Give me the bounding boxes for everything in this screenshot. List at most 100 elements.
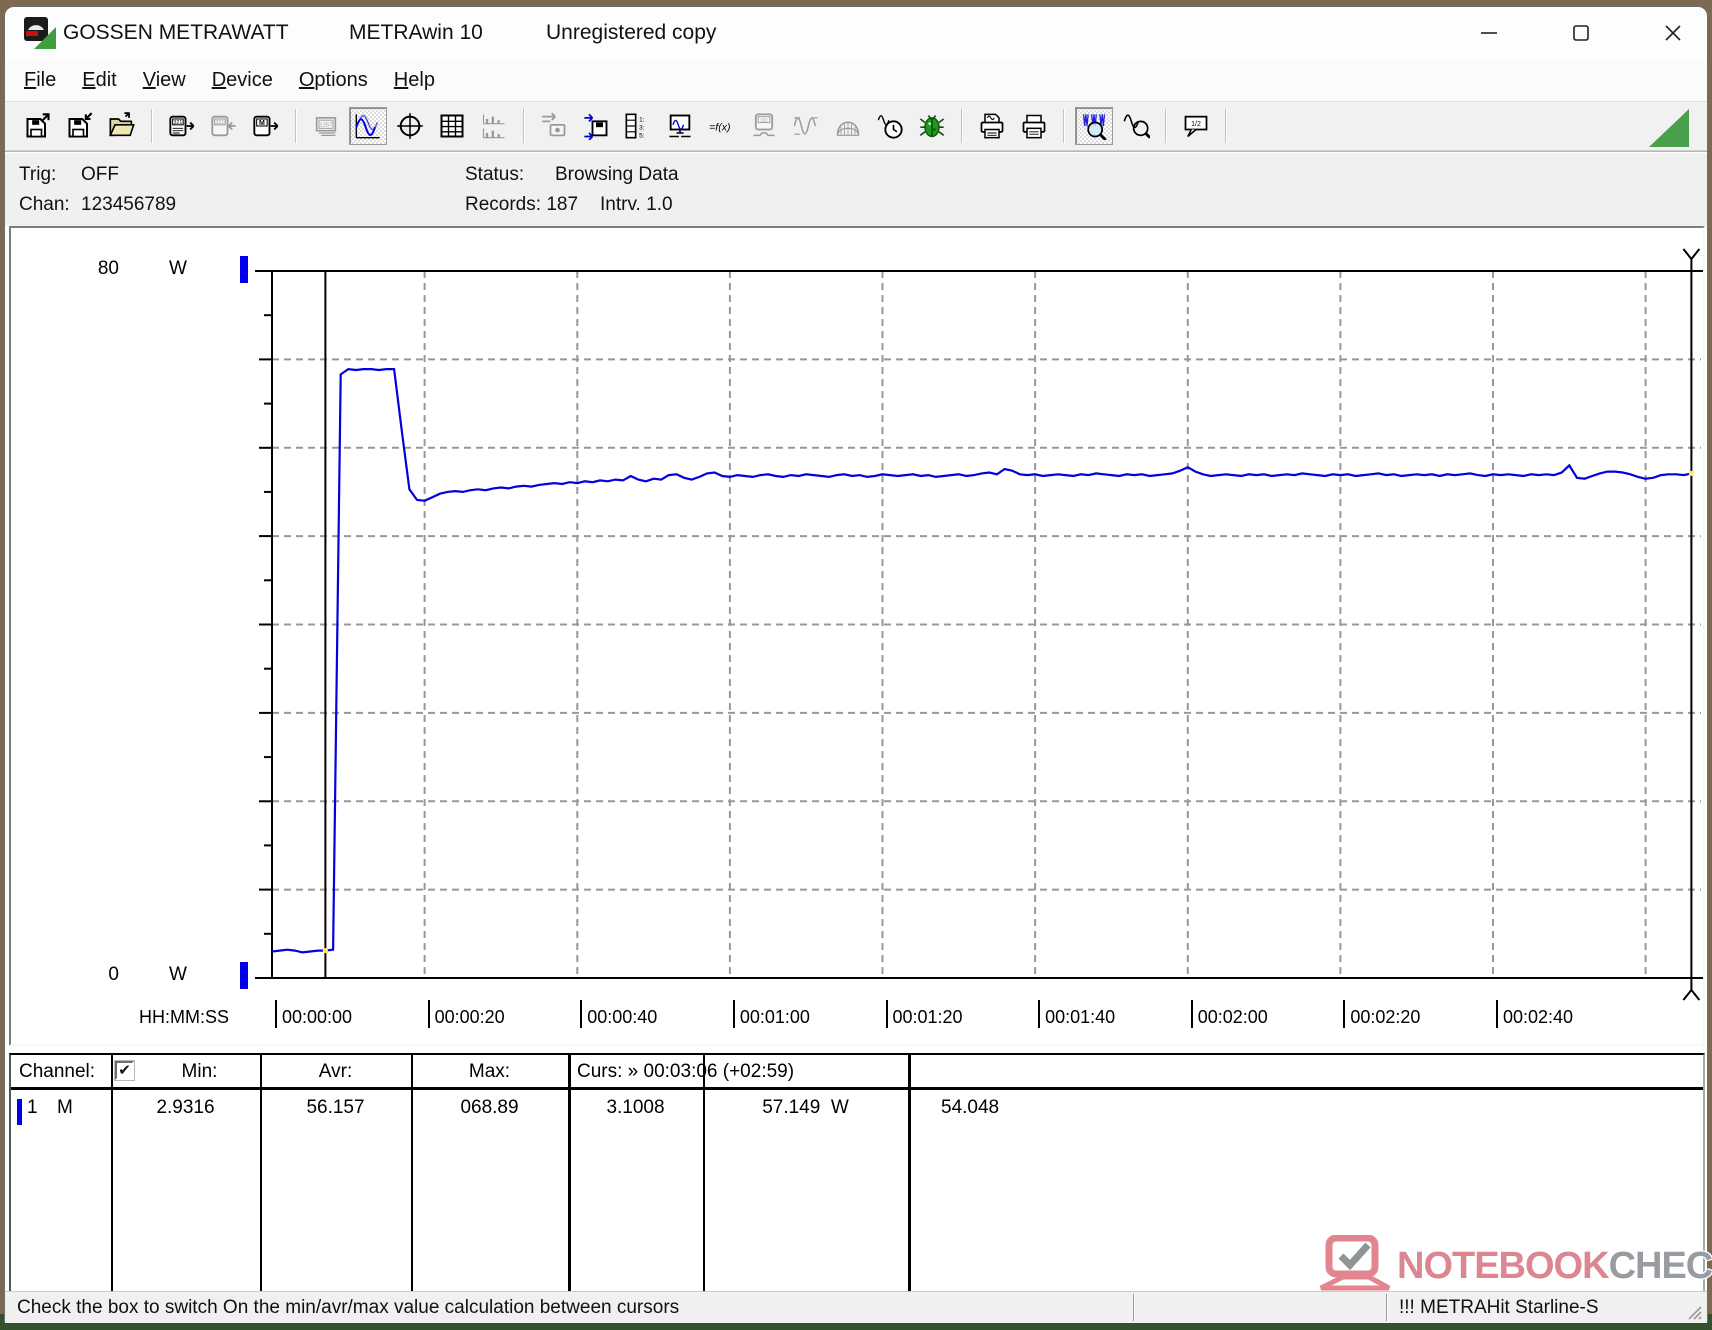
toolbar-button-zoom-time[interactable] [1075,107,1113,145]
statusbar-divider [1133,1294,1135,1321]
channel-1-color-bar [17,1099,22,1125]
toolbar-button-numeric-display: 1257 [307,107,345,145]
cursor2-number: 57.149 [762,1097,821,1118]
chan-value: 123456789 [81,194,177,215]
toolbar-button-print[interactable] [1015,107,1053,145]
svg-text:5:: 5: [639,133,645,140]
svg-text:321: 321 [760,118,768,123]
toolbar-button-monitor-settings[interactable] [661,107,699,145]
toolbar: 321 321 M 1257 1: 3: 5: =f(x) 321 1/2 [5,101,1707,151]
menu-help[interactable]: Help [381,65,448,96]
toolbar-button-send-device: 321 [205,107,243,145]
toolbar-button-analog-view[interactable] [391,107,429,145]
cell-avr: 56.157 [306,1097,365,1118]
cell-extra-value: 54.048 [941,1097,1000,1118]
watermark-check: CHECK [1608,1244,1712,1287]
x-tick-mark [1038,1000,1041,1028]
x-tick-label-00:00:40: 00:00:40 [580,1000,657,1028]
menu-options[interactable]: Options [286,65,381,96]
cell-max: 068.89 [460,1097,519,1118]
status-value: Browsing Data [555,164,679,185]
toolbar-green-triangle [1649,109,1689,147]
desktop: GOSSEN METRAWATT METRAwin 10 Unregistere… [0,0,1712,1330]
menu-device[interactable]: Device [199,65,286,96]
header-min: Min: [181,1061,218,1082]
device-name: !!! METRAHit Starline-S [1399,1297,1599,1318]
header-cursors: Curs: » 00:03:06 (+02:59) [577,1061,795,1082]
maximize-button[interactable] [1564,18,1598,48]
toolbar-separator [1225,109,1227,143]
toolbar-button-zoom-reset[interactable] [1117,107,1155,145]
table-divider [703,1055,705,1291]
x-tick-label-00:01:40: 00:01:40 [1038,1000,1115,1028]
table-divider [260,1055,262,1291]
header-avr: Avr: [318,1061,353,1082]
table-divider [411,1055,413,1291]
cell-cursor1-value: 3.1008 [606,1097,665,1118]
toolbar-button-chart-view[interactable] [349,107,387,145]
svg-text:321: 321 [174,120,183,126]
toolbar-button-debug-bug[interactable] [913,107,951,145]
statusbar-divider [1386,1294,1388,1321]
x-tick-label-00:02:00: 00:02:00 [1190,1000,1268,1028]
table-header-rule [11,1087,1703,1090]
records-label: Records: [465,194,542,215]
toolbar-button-envelope [829,107,867,145]
x-tick-mark [732,1000,735,1028]
toolbar-button-histogram-view [475,107,513,145]
app-logo-icon [23,16,57,50]
minimize-button[interactable] [1472,18,1506,48]
x-tick-label-00:00:20: 00:00:20 [427,1000,505,1028]
chart-panel: 80 W 0 W HH:MM:SS 00:00:00 00:00:20 00:00:… [9,226,1705,1046]
toolbar-button-save-selection[interactable] [577,107,615,145]
header-channel: Channel: [19,1061,96,1082]
menu-view[interactable]: View [130,65,199,96]
toolbar-button-save-file[interactable] [19,107,57,145]
menu-edit[interactable]: Edit [69,65,129,96]
toolbar-separator [295,109,297,143]
toolbar-button-transfer-file [535,107,573,145]
toolbar-button-time-settings[interactable] [871,107,909,145]
close-button[interactable] [1656,18,1690,48]
table-divider [111,1055,113,1291]
chan-label: Chan: [19,194,70,215]
toolbar-button-read-memory[interactable]: M [247,107,285,145]
menu-file[interactable]: File [11,65,69,96]
x-tick-label-00:01:00: 00:01:00 [732,1000,810,1028]
title-bar: GOSSEN METRAWATT METRAwin 10 Unregistere… [5,7,1707,59]
toolbar-button-annotation[interactable]: 1/2 [1177,107,1215,145]
notebookcheck-watermark: NOTEBOOKCHECK [1313,1235,1712,1297]
svg-text:3:: 3: [639,125,645,132]
svg-text:=f(x): =f(x) [709,122,730,134]
x-tick-mark [580,1000,583,1028]
toolbar-button-read-device[interactable]: 321 [163,107,201,145]
x-tick-mark [275,1000,277,1028]
status-hint: Check the box to switch On the min/avr/m… [17,1297,680,1318]
toolbar-separator [523,109,525,143]
x-tick-mark [427,1000,430,1028]
cell-channel-number: 1 [27,1097,38,1118]
svg-text:321: 321 [216,120,225,126]
minmax-checkbox[interactable]: ✔ [115,1061,134,1080]
toolbar-separator [151,109,153,143]
x-tick-mark [1190,1000,1193,1028]
resize-grip[interactable] [1685,1303,1703,1321]
toolbar-button-table-view[interactable] [433,107,471,145]
toolbar-button-channel-settings[interactable]: 1: 3: 5: [619,107,657,145]
toolbar-button-formula[interactable]: =f(x) [703,107,741,145]
toolbar-button-print-preview[interactable] [973,107,1011,145]
toolbar-button-open-file[interactable] [103,107,141,145]
svg-text:1:: 1: [639,116,645,123]
cell-channel-mode: M [57,1097,73,1118]
x-tick-label-00:01:20: 00:01:20 [885,1000,963,1028]
status-label: Status: [465,164,525,185]
info-strip: Trig: OFF Chan: 123456789 Status: Browsing … [5,151,1707,226]
interval-label: Intrv. [600,194,641,215]
x-axis-title: HH:MM:SS [139,1007,229,1027]
toolbar-button-save-data[interactable] [61,107,99,145]
status-records-info: Status: Browsing Data Records: 187 Intrv. … [465,160,679,220]
table-divider [908,1055,911,1291]
cell-min: 2.9316 [156,1097,215,1118]
table-divider [568,1055,571,1291]
toolbar-button-wave-compare [787,107,825,145]
